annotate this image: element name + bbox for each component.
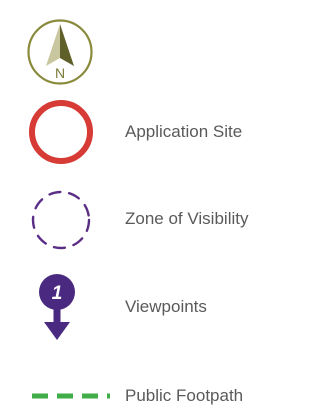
north-arrow-icon: N	[27, 19, 93, 85]
red-circle-icon	[29, 100, 93, 164]
viewpoint-number: 1	[52, 283, 63, 304]
legend-label-zone-of-visibility: Zone of Visibility	[125, 209, 249, 228]
legend-label-public-footpath: Public Footpath	[125, 386, 244, 405]
dashed-circle-icon	[31, 190, 91, 250]
north-letter: N	[55, 65, 65, 81]
map-legend: N Application Site Zone of Visibility 1 …	[0, 0, 286, 416]
dashed-line-icon	[32, 393, 110, 399]
legend-label-application-site: Application Site	[125, 122, 243, 141]
viewpoint-marker-icon: 1	[39, 274, 75, 340]
legend-label-viewpoints: Viewpoints	[125, 297, 207, 316]
